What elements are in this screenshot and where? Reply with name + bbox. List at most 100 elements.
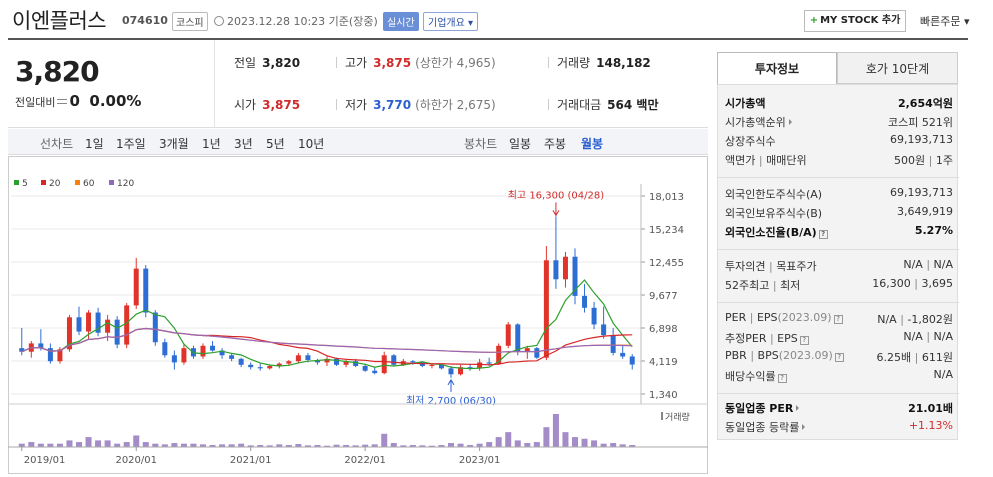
foreign-ratio-label: 외국인소진율(B/A): [725, 226, 817, 239]
par-values: 500원 | 1주: [894, 154, 953, 167]
candle-body: [591, 307, 597, 325]
help-icon[interactable]: ?: [834, 353, 844, 362]
help-icon[interactable]: ?: [818, 230, 828, 239]
ind-rate-label-wrap[interactable]: 동일업종 등락률: [725, 419, 806, 435]
period-tab-1w[interactable]: 1주일: [116, 135, 146, 152]
shares-row: 상장주식수 69,193,713: [725, 133, 953, 151]
candle-body: [200, 345, 206, 357]
shares-label: 상장주식수: [725, 135, 776, 148]
tab-invest-info[interactable]: 투자정보: [717, 52, 837, 84]
legend-label: 60: [83, 179, 95, 189]
price-change: 전일대비 0 0.00%: [15, 92, 141, 110]
candle-body: [429, 364, 435, 366]
prev-close-value: 3,820: [262, 56, 301, 70]
period-tab-1d[interactable]: 1일: [85, 135, 104, 152]
period-tab-3m[interactable]: 3개월: [159, 135, 189, 152]
candle-tab-daily[interactable]: 일봉: [509, 135, 531, 152]
volume-bar: [495, 437, 502, 447]
period-tab-1y[interactable]: 1년: [202, 135, 221, 152]
pbr-row: PBR | BPS(2023.09)? 6.25배 | 611원: [725, 349, 953, 367]
candle-tab-monthly[interactable]: 월봉: [581, 135, 603, 152]
datetime-text: 2023.12.28 10:23 기준(장중): [214, 13, 378, 29]
ind-per-label: 동일업종 PER: [725, 402, 794, 415]
help-icon[interactable]: ?: [777, 374, 787, 383]
y-tick-label: 15,234: [649, 225, 684, 236]
period-tab-5y[interactable]: 5년: [266, 135, 285, 152]
volume-bar: [591, 440, 598, 447]
high-label: 고가: [345, 56, 368, 70]
par-value: 500원: [894, 154, 926, 167]
x-tick-label: 2019/01: [24, 455, 66, 466]
opinion-row: 투자의견 | 목표주가 N/A | N/A: [725, 258, 953, 276]
company-info-button[interactable]: 기업개요 ▾: [423, 12, 478, 31]
candle-body: [133, 268, 139, 306]
opinion-value: N/A: [903, 258, 923, 271]
x-tick-label: 2022/01: [344, 455, 386, 466]
bps-value: 611원: [921, 351, 953, 364]
candle-body: [553, 260, 559, 280]
opinion-label: 투자의견: [725, 260, 766, 273]
pbr-period: (2023.09): [778, 349, 833, 362]
target-label: 목표주가: [776, 260, 817, 273]
candle-body: [295, 355, 301, 362]
par-row: 액면가 | 매매단위 500원 | 1주: [725, 152, 953, 170]
period-tab-3y[interactable]: 3년: [234, 135, 253, 152]
per-values: N/A | -1,802원: [877, 313, 953, 326]
candle-body: [76, 317, 82, 332]
open-label: 시가: [234, 98, 257, 112]
help-icon[interactable]: ?: [833, 315, 843, 324]
y-tick-label: 18,013: [649, 192, 684, 203]
ind-per-label-wrap[interactable]: 동일업종 PER: [725, 400, 800, 416]
legend-label: 120: [117, 179, 134, 189]
upper-limit: (상한가 4,965): [415, 56, 496, 70]
market-cap-value: 2,654억원: [897, 97, 953, 110]
low-label: 저가: [345, 98, 368, 112]
tab-quote-10[interactable]: 호가 10단계: [837, 52, 958, 84]
quick-order-button[interactable]: 빠른주문 ▾: [920, 13, 970, 29]
candle-chart-label[interactable]: 봉차트: [464, 135, 497, 152]
ind-rate-label: 동일업종 등락률: [725, 421, 800, 434]
realtime-badge[interactable]: 실시간: [383, 12, 419, 31]
foreign-limit-label: 외국인한도주식수(A): [725, 188, 823, 201]
separator: [336, 57, 337, 68]
chart-svg: 5 20 60 120 18,013 15,234 12,455 9,677 6,898 4,11…: [8, 156, 708, 474]
mystock-label: MY STOCK 추가: [820, 15, 901, 26]
x-tick-label: 2020/01: [115, 455, 157, 466]
candle-body: [181, 348, 187, 363]
est-eps-value: N/A: [933, 330, 953, 343]
stock-chart[interactable]: 5 20 60 120 18,013 15,234 12,455 9,677 6,898 4,11…: [8, 156, 708, 474]
volume-bar: [76, 442, 82, 447]
volume-bar: [581, 438, 588, 447]
period-tabs: 선차트 1일 1주일 3개월 1년 3년 5년 10년 봉차트 일봉 주봉 월봉: [8, 129, 708, 155]
volume-bar: [390, 443, 397, 447]
volume-bar: [171, 443, 178, 447]
price-summary: 3,820 전일대비 0 0.00% 전일 3,820 고가 3,875 (상한가 4,…: [8, 40, 708, 128]
ma-line: [21, 327, 633, 353]
est-per-row: 추정PER | EPS? N/A | N/A: [725, 330, 953, 348]
opinion-values: N/A | N/A: [903, 258, 953, 271]
chart-frame: [8, 156, 708, 474]
arrow-right-icon: [802, 424, 806, 430]
help-icon[interactable]: ?: [799, 336, 809, 345]
clock-icon: [214, 16, 224, 26]
arrow-right-icon: [788, 119, 792, 125]
rank-label-wrap[interactable]: 시가총액순위: [725, 114, 792, 130]
volume-bar: [95, 440, 102, 447]
amount-label: 거래대금: [557, 98, 602, 112]
pbr-labels: PBR | BPS(2023.09)?: [725, 349, 844, 362]
w52-high-label: 52주최고: [725, 279, 770, 292]
dividend-row: 배당수익률? N/A: [725, 368, 953, 386]
add-mystock-button[interactable]: + MY STOCK 추가: [804, 10, 906, 32]
line-chart-label[interactable]: 선차트: [40, 135, 73, 152]
industry-rate-row: 동일업종 등락률 +1.13%: [725, 419, 953, 437]
w52-low-label: 최저: [780, 279, 801, 292]
stock-header: 이엔플러스 074610 코스피 2023.12.28 10:23 기준(장중)…: [0, 0, 993, 40]
separator: [548, 99, 549, 110]
candle-tab-weekly[interactable]: 주봉: [544, 135, 566, 152]
candle-body: [86, 312, 92, 332]
candle-body: [629, 356, 635, 365]
foreign-hold-row: 외국인보유주식수(B) 3,649,919: [725, 205, 953, 223]
period-tab-10y[interactable]: 10년: [298, 135, 324, 152]
divider: [718, 393, 959, 394]
ma-line: [21, 327, 633, 353]
